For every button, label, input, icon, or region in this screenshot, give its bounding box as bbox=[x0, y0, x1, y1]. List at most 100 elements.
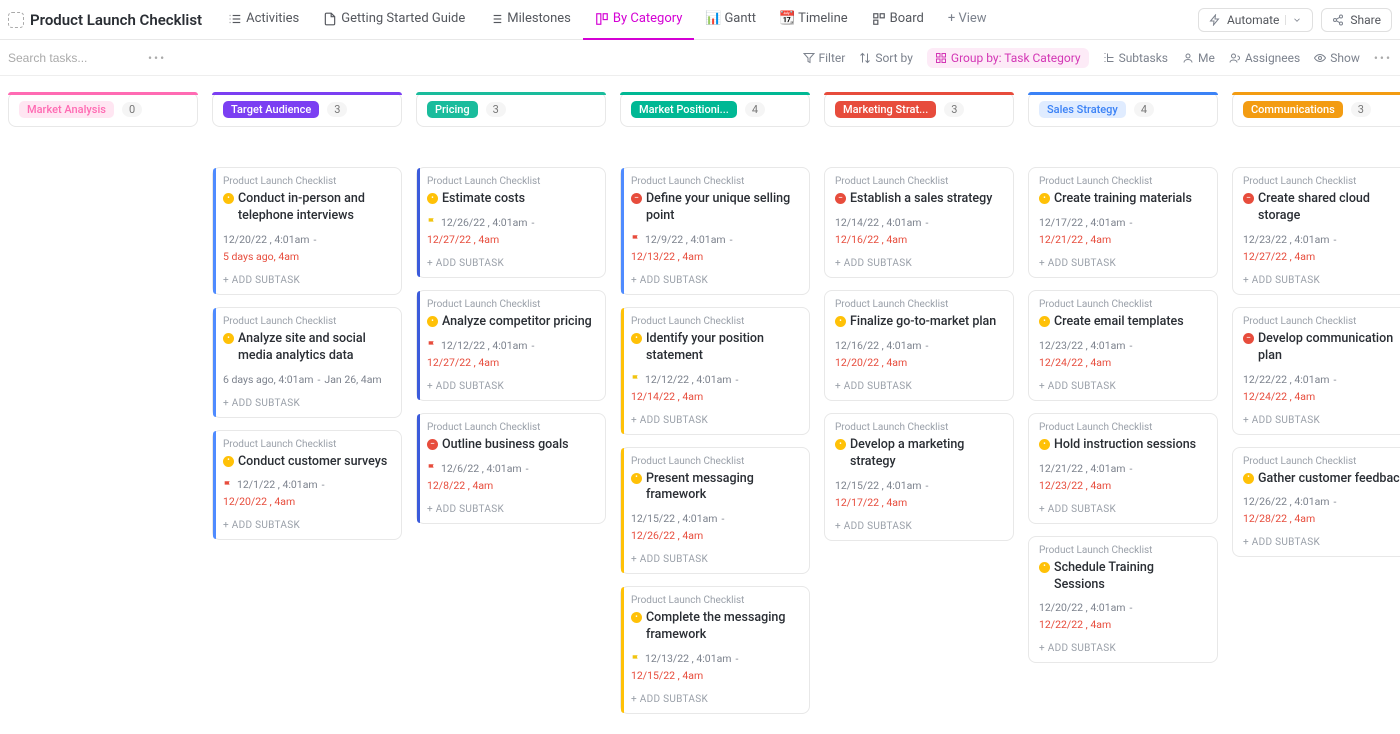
task-card[interactable]: Product Launch Checklist • Identify your… bbox=[620, 307, 810, 435]
groupby-chip[interactable]: Group by: Task Category bbox=[927, 48, 1089, 68]
tab-timeline[interactable]: 📆Timeline bbox=[768, 0, 860, 40]
tab-activities[interactable]: Activities bbox=[216, 0, 311, 40]
add-subtask-button[interactable]: + ADD SUBTASK bbox=[1039, 504, 1207, 515]
column-count: 0 bbox=[122, 102, 142, 117]
task-card[interactable]: Product Launch Checklist • Conduct custo… bbox=[212, 430, 402, 541]
tab-label: Board bbox=[890, 11, 924, 26]
tab-milestones[interactable]: Milestones bbox=[477, 0, 583, 40]
card-start-date: 12/17/22 , 4:01am bbox=[1039, 216, 1126, 229]
add-subtask-button[interactable]: + ADD SUBTASK bbox=[223, 275, 391, 286]
task-card[interactable]: Product Launch Checklist • Conduct in-pe… bbox=[212, 167, 402, 295]
task-card[interactable]: Product Launch Checklist – Establish a s… bbox=[824, 167, 1014, 278]
card-list-name: Product Launch Checklist bbox=[223, 176, 391, 187]
board: Market Analysis 0 Target Audience 3 Prod… bbox=[0, 76, 1400, 734]
add-subtask-button[interactable]: + ADD SUBTASK bbox=[835, 521, 1003, 532]
card-due-date: 12/20/22 , 4am bbox=[835, 356, 907, 369]
add-subtask-button[interactable]: + ADD SUBTASK bbox=[223, 520, 391, 531]
task-card[interactable]: Product Launch Checklist • Develop a mar… bbox=[824, 413, 1014, 541]
board-column: Marketing Strat... 3 Product Launch Chec… bbox=[824, 92, 1014, 541]
column-header[interactable]: Market Positioni... 4 bbox=[620, 92, 810, 127]
task-card[interactable]: Product Launch Checklist – Create shared… bbox=[1232, 167, 1400, 295]
add-subtask-button[interactable]: + ADD SUBTASK bbox=[223, 398, 391, 409]
task-card[interactable]: Product Launch Checklist • Analyze site … bbox=[212, 307, 402, 418]
column-header[interactable]: Sales Strategy 4 bbox=[1028, 92, 1218, 127]
status-dot-icon: – bbox=[1243, 333, 1254, 344]
card-title: – Establish a sales strategy bbox=[835, 191, 1003, 208]
task-card[interactable]: Product Launch Checklist – Outline busin… bbox=[416, 413, 606, 524]
column-header[interactable]: Market Analysis 0 bbox=[8, 92, 198, 127]
card-title: – Outline business goals bbox=[427, 437, 595, 454]
status-dot-icon: • bbox=[1039, 193, 1050, 204]
task-card[interactable]: Product Launch Checklist • Hold instruct… bbox=[1028, 413, 1218, 524]
column-header[interactable]: Marketing Strat... 3 bbox=[824, 92, 1014, 127]
card-due-date: 12/20/22 , 4am bbox=[223, 495, 295, 508]
add-subtask-button[interactable]: + ADD SUBTASK bbox=[1039, 381, 1207, 392]
task-card[interactable]: Product Launch Checklist • Finalize go-t… bbox=[824, 290, 1014, 401]
add-subtask-button[interactable]: + ADD SUBTASK bbox=[631, 554, 799, 565]
add-subtask-button[interactable]: + ADD SUBTASK bbox=[1039, 258, 1207, 269]
task-card[interactable]: Product Launch Checklist • Estimate cost… bbox=[416, 167, 606, 278]
task-card[interactable]: Product Launch Checklist – Define your u… bbox=[620, 167, 810, 295]
assignees-button[interactable]: Assignees bbox=[1229, 51, 1300, 65]
card-due-date: 12/16/22 , 4am bbox=[835, 233, 907, 246]
flag-icon bbox=[427, 463, 437, 473]
task-card[interactable]: Product Launch Checklist • Create traini… bbox=[1028, 167, 1218, 278]
add-subtask-button[interactable]: + ADD SUBTASK bbox=[631, 694, 799, 705]
add-subtask-button[interactable]: + ADD SUBTASK bbox=[631, 275, 799, 286]
card-status-bar bbox=[621, 168, 624, 294]
card-start-date: 12/26/22 , 4:01am bbox=[1243, 495, 1330, 508]
card-list-name: Product Launch Checklist bbox=[1039, 176, 1207, 187]
task-card[interactable]: Product Launch Checklist • Schedule Trai… bbox=[1028, 536, 1218, 664]
me-label: Me bbox=[1198, 51, 1215, 65]
share-icon bbox=[1332, 14, 1344, 26]
status-dot-icon: – bbox=[631, 193, 642, 204]
add-subtask-button[interactable]: + ADD SUBTASK bbox=[1039, 643, 1207, 654]
column-header[interactable]: Pricing 3 bbox=[416, 92, 606, 127]
card-title: • Analyze site and social media analytic… bbox=[223, 331, 391, 365]
card-title: • Create training materials bbox=[1039, 191, 1207, 208]
add-view-button[interactable]: + View bbox=[936, 0, 999, 40]
groupby-label: Group by: Task Category bbox=[951, 51, 1081, 65]
task-card[interactable]: Product Launch Checklist • Gather custom… bbox=[1232, 447, 1400, 558]
tab-by-category[interactable]: By Category bbox=[583, 0, 695, 40]
automate-button[interactable]: Automate bbox=[1198, 8, 1313, 32]
add-subtask-button[interactable]: + ADD SUBTASK bbox=[1243, 275, 1400, 286]
sort-button[interactable]: Sort by bbox=[859, 51, 913, 65]
add-subtask-button[interactable]: + ADD SUBTASK bbox=[835, 381, 1003, 392]
show-button[interactable]: Show bbox=[1314, 51, 1360, 65]
task-card[interactable]: Product Launch Checklist • Present messa… bbox=[620, 447, 810, 575]
more-options-icon[interactable]: ••• bbox=[1374, 51, 1392, 65]
tab-gantt[interactable]: 📊Gantt bbox=[694, 0, 768, 40]
add-subtask-button[interactable]: + ADD SUBTASK bbox=[1243, 537, 1400, 548]
filter-button[interactable]: Filter bbox=[803, 51, 846, 65]
search-input[interactable] bbox=[8, 51, 108, 65]
add-subtask-button[interactable]: + ADD SUBTASK bbox=[427, 504, 595, 515]
tab-getting-started-guide[interactable]: Getting Started Guide bbox=[311, 0, 477, 40]
share-button[interactable]: Share bbox=[1321, 8, 1392, 32]
add-subtask-button[interactable]: + ADD SUBTASK bbox=[1243, 415, 1400, 426]
task-card[interactable]: Product Launch Checklist • Analyze compe… bbox=[416, 290, 606, 401]
card-due-date: 12/27/22 , 4am bbox=[1243, 250, 1315, 263]
subtasks-button[interactable]: Subtasks bbox=[1103, 51, 1168, 65]
add-subtask-button[interactable]: + ADD SUBTASK bbox=[631, 415, 799, 426]
tab-icon bbox=[872, 12, 886, 26]
add-subtask-button[interactable]: + ADD SUBTASK bbox=[427, 258, 595, 269]
column-header[interactable]: Target Audience 3 bbox=[212, 92, 402, 127]
add-subtask-button[interactable]: + ADD SUBTASK bbox=[835, 258, 1003, 269]
add-subtask-button[interactable]: + ADD SUBTASK bbox=[427, 381, 595, 392]
card-list-name: Product Launch Checklist bbox=[1243, 316, 1400, 327]
card-status-bar bbox=[213, 168, 216, 294]
task-card[interactable]: Product Launch Checklist – Develop commu… bbox=[1232, 307, 1400, 435]
card-dates: 12/15/22 , 4:01am - 12/17/22 , 4am bbox=[835, 479, 1003, 509]
task-card[interactable]: Product Launch Checklist • Complete the … bbox=[620, 586, 810, 714]
tab-board[interactable]: Board bbox=[860, 0, 936, 40]
card-title: • Schedule Training Sessions bbox=[1039, 560, 1207, 594]
card-title: • Conduct in-person and telephone interv… bbox=[223, 191, 391, 225]
search-options-icon[interactable]: ••• bbox=[148, 51, 166, 65]
me-button[interactable]: Me bbox=[1182, 51, 1215, 65]
column-header[interactable]: Communications 3 bbox=[1232, 92, 1400, 127]
tab-icon bbox=[323, 12, 337, 26]
status-dot-icon: • bbox=[631, 612, 642, 623]
task-card[interactable]: Product Launch Checklist • Create email … bbox=[1028, 290, 1218, 401]
board-column: Market Analysis 0 bbox=[8, 92, 198, 167]
